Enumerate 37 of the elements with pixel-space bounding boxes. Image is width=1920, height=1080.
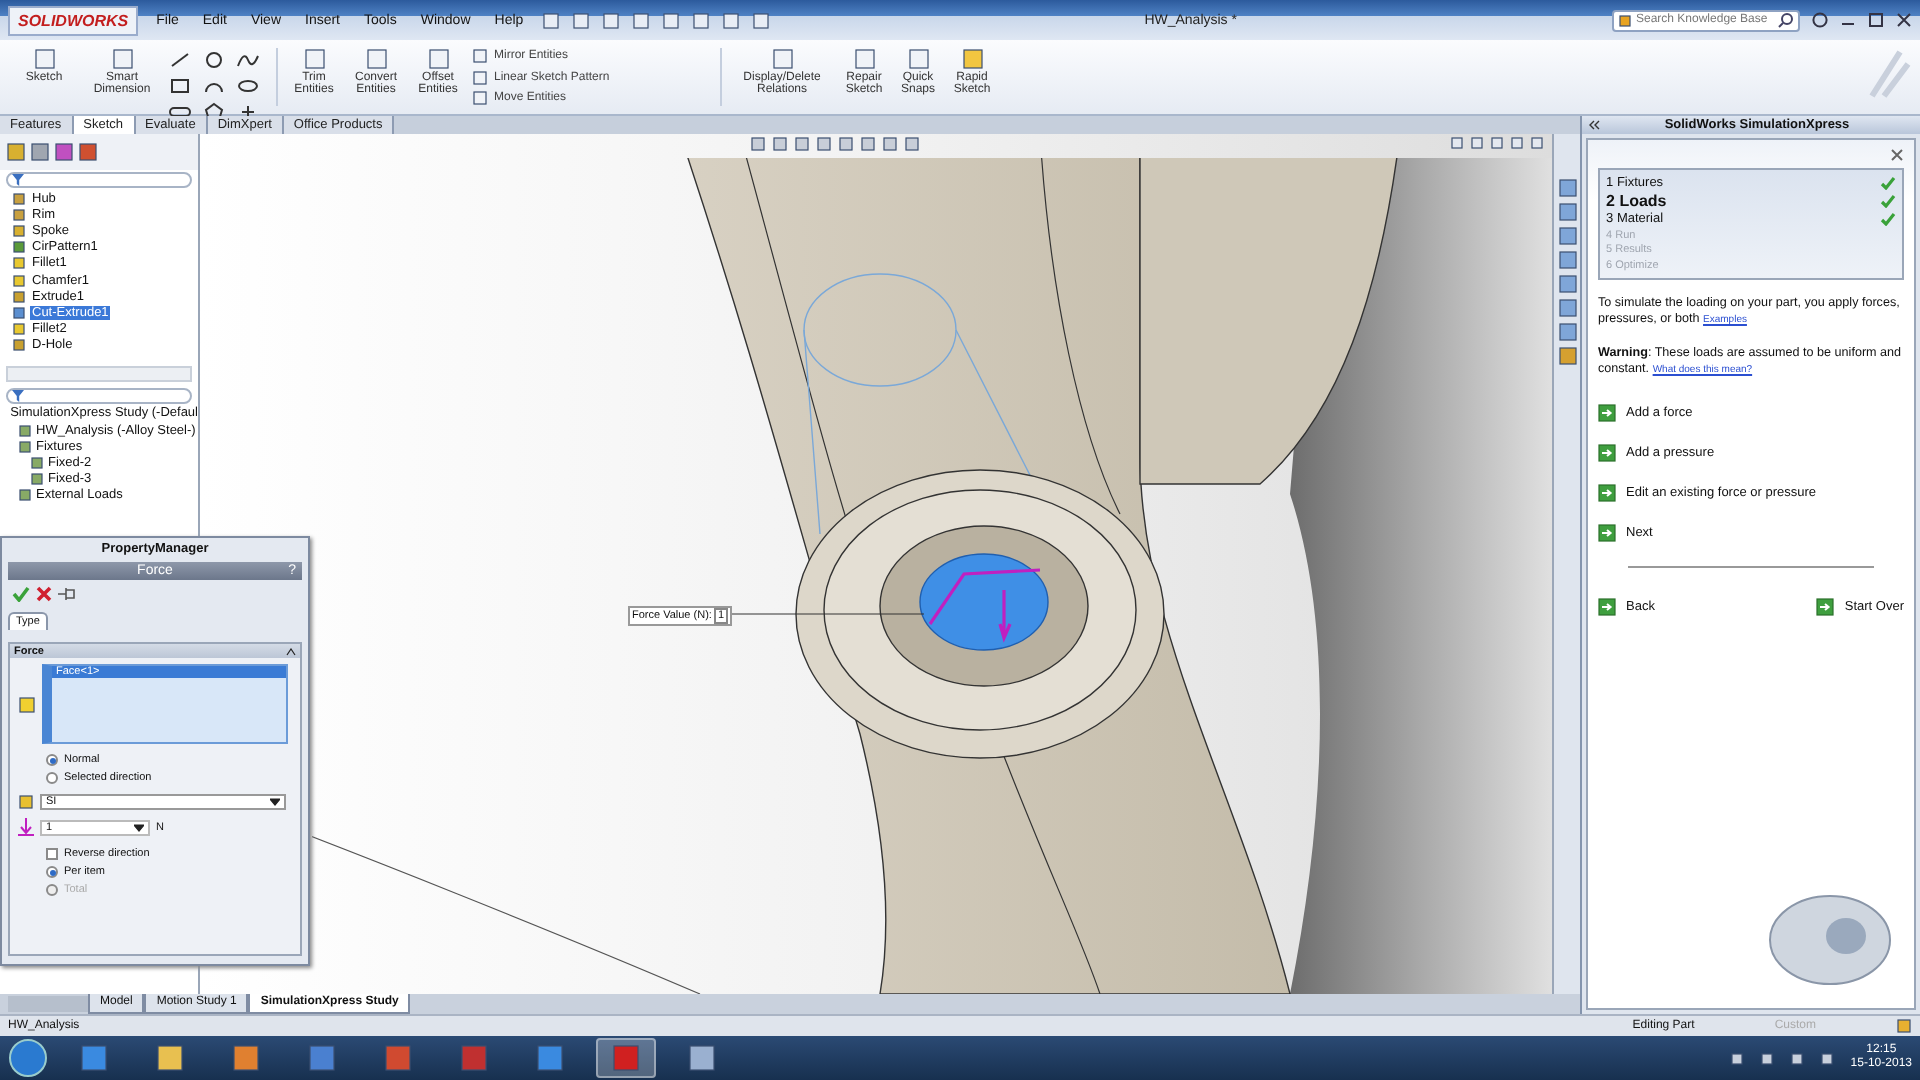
back-arrow-icon — [1598, 597, 1616, 615]
cancel-icon[interactable] — [36, 586, 52, 602]
filter-field[interactable] — [6, 387, 192, 404]
filter-field[interactable] — [6, 172, 192, 188]
maximize-icon[interactable] — [1868, 12, 1884, 28]
radio-button[interactable] — [46, 866, 58, 878]
rectangle-icon[interactable] — [168, 76, 192, 96]
caret-icon — [134, 823, 144, 831]
arrow-icon — [1598, 483, 1616, 501]
radio-button[interactable] — [46, 772, 58, 784]
radio-button[interactable] — [46, 754, 58, 766]
ellipse-icon[interactable] — [236, 76, 260, 96]
app-logo: SOLIDWORKS — [8, 5, 139, 35]
start-button[interactable] — [8, 1038, 48, 1078]
force-arrow-icon — [18, 818, 34, 836]
filter-icon — [12, 174, 24, 186]
point-icon[interactable] — [236, 102, 260, 122]
checkbox[interactable] — [46, 848, 58, 860]
pin-icon[interactable] — [58, 586, 76, 602]
collapse-icon[interactable] — [1588, 120, 1600, 130]
ok-icon[interactable] — [12, 586, 30, 602]
restart-icon — [1816, 597, 1835, 615]
taskbar-button[interactable] — [596, 1038, 656, 1078]
arrow-icon — [1598, 523, 1616, 541]
caret-icon — [270, 798, 280, 806]
line-icon[interactable] — [168, 50, 192, 70]
filter-icon — [12, 389, 24, 402]
arrow-icon — [1598, 443, 1616, 461]
caret-icon — [286, 647, 296, 655]
arrow-icon — [1598, 403, 1616, 421]
scrollbar[interactable] — [6, 365, 192, 382]
slot-icon[interactable] — [168, 102, 192, 122]
step-item[interactable]: 2 Loads — [1606, 192, 1896, 210]
brand-logo-icon — [1864, 44, 1912, 104]
circle-icon[interactable] — [202, 50, 226, 70]
search-icon — [1778, 12, 1794, 28]
curve-icon[interactable] — [236, 50, 260, 70]
